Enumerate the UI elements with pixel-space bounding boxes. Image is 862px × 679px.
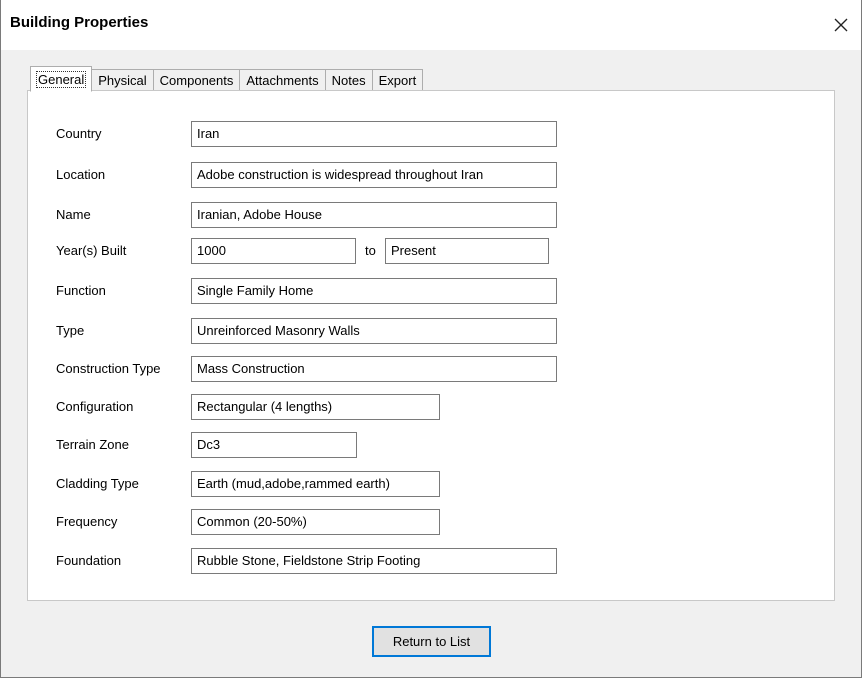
construction-type-label: Construction Type xyxy=(56,361,161,376)
frequency-field[interactable]: Common (20-50%) xyxy=(191,509,440,535)
construction-type-field[interactable]: Mass Construction xyxy=(191,356,557,382)
tab-physical-label: Physical xyxy=(98,73,147,88)
tab-export-label: Export xyxy=(378,73,417,88)
tab-notes[interactable]: Notes xyxy=(324,69,373,91)
building-properties-dialog: Building Properties General Physical Com… xyxy=(0,0,862,678)
general-tab-panel: Country Iran Location Adobe construction… xyxy=(27,90,835,601)
tab-notes-label: Notes xyxy=(331,73,366,88)
foundation-field[interactable]: Rubble Stone, Fieldstone Strip Footing xyxy=(191,548,557,574)
tab-components[interactable]: Components xyxy=(152,69,241,91)
type-label: Type xyxy=(56,323,85,338)
years-built-label: Year(s) Built xyxy=(56,243,127,258)
country-field[interactable]: Iran xyxy=(191,121,557,147)
close-icon xyxy=(834,18,848,32)
location-field[interactable]: Adobe construction is widespread through… xyxy=(191,162,557,188)
tab-attachments[interactable]: Attachments xyxy=(239,69,326,91)
location-label: Location xyxy=(56,167,106,182)
foundation-label: Foundation xyxy=(56,553,122,568)
cladding-type-field[interactable]: Earth (mud,adobe,rammed earth) xyxy=(191,471,440,497)
type-field[interactable]: Unreinforced Masonry Walls xyxy=(191,318,557,344)
function-label: Function xyxy=(56,283,106,298)
dialog-client-area: General Physical Components Attachments … xyxy=(1,50,861,677)
tab-components-label: Components xyxy=(159,73,234,88)
tab-strip: General Physical Components Attachments … xyxy=(30,65,424,92)
function-field[interactable]: Single Family Home xyxy=(191,278,557,304)
year-built-from-field[interactable]: 1000 xyxy=(191,238,356,264)
tab-physical[interactable]: Physical xyxy=(91,69,154,91)
year-to-label: to xyxy=(365,243,376,258)
year-built-to-field[interactable]: Present xyxy=(385,238,549,264)
tab-attachments-label: Attachments xyxy=(246,73,319,88)
configuration-label: Configuration xyxy=(56,399,134,414)
tab-general-label: General xyxy=(35,70,87,88)
name-label: Name xyxy=(56,207,91,222)
window-title: Building Properties xyxy=(10,14,149,31)
tab-export[interactable]: Export xyxy=(371,69,424,91)
return-to-list-button[interactable]: Return to List xyxy=(372,626,491,657)
name-field[interactable]: Iranian, Adobe House xyxy=(191,202,557,228)
tab-general[interactable]: General xyxy=(30,66,93,92)
cladding-type-label: Cladding Type xyxy=(56,476,139,491)
close-button[interactable] xyxy=(821,8,861,42)
country-label: Country xyxy=(56,126,102,141)
frequency-label: Frequency xyxy=(56,514,118,529)
configuration-field[interactable]: Rectangular (4 lengths) xyxy=(191,394,440,420)
terrain-zone-label: Terrain Zone xyxy=(56,437,129,452)
terrain-zone-field[interactable]: Dc3 xyxy=(191,432,357,458)
years-built-row: Year(s) Built 1000 to Present xyxy=(28,238,836,264)
title-bar: Building Properties xyxy=(1,0,861,50)
